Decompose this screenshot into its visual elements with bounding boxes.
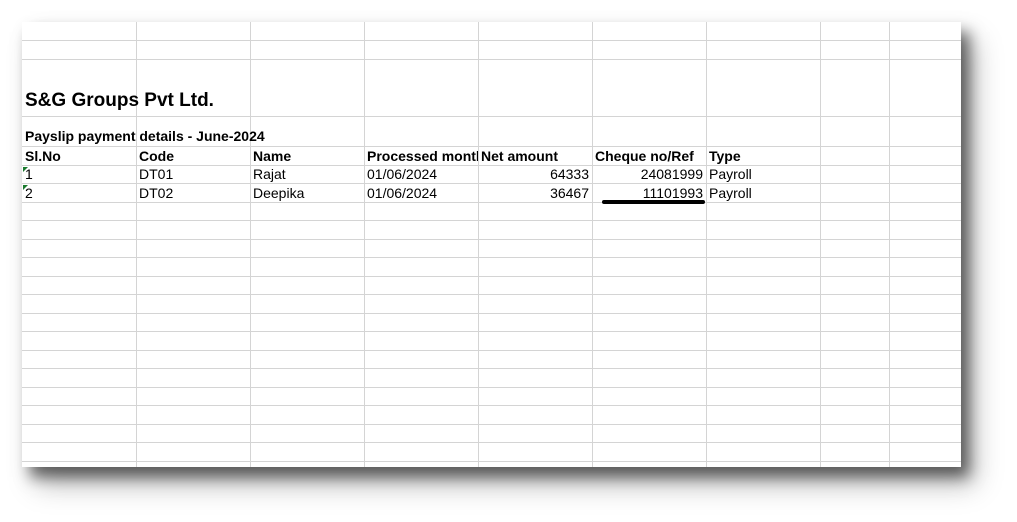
row-gridline [22, 313, 961, 314]
report-title-cell[interactable]: Payslip payment details - June-2024 [25, 127, 265, 145]
company-name-cell[interactable]: S&G Groups Pvt Ltd. [25, 88, 214, 114]
cell-processed-month[interactable]: 01/06/2024 [364, 165, 478, 183]
header-cell-cheque-no[interactable]: Cheque no/Ref [592, 147, 706, 165]
column-gridline [250, 22, 251, 467]
cell-sl-no[interactable]: 2 [22, 184, 136, 202]
row-gridline [22, 461, 961, 462]
cell-processed-month[interactable]: 01/06/2024 [364, 184, 478, 202]
column-gridline [364, 22, 365, 467]
cell-name[interactable]: Rajat [250, 165, 364, 183]
row-gridline [22, 350, 961, 351]
cell-code[interactable]: DT02 [136, 184, 250, 202]
cell-net-amount[interactable]: 64333 [478, 165, 592, 183]
cell-type[interactable]: Payroll [706, 184, 820, 202]
row-gridline [22, 442, 961, 443]
column-gridline [592, 22, 593, 467]
row-gridline [22, 331, 961, 332]
row-gridline [22, 40, 961, 41]
cell-net-amount[interactable]: 36467 [478, 184, 592, 202]
row-gridline [22, 424, 961, 425]
highlight-underline-mark [602, 200, 705, 204]
row-gridline [22, 239, 961, 240]
column-gridline [478, 22, 479, 467]
header-cell-type[interactable]: Type [706, 147, 820, 165]
column-gridline [820, 22, 821, 467]
spreadsheet-grid[interactable]: S&G Groups Pvt Ltd. Payslip payment deta… [22, 22, 961, 467]
cell-cheque-no[interactable]: 24081999 [592, 165, 706, 183]
header-cell-code[interactable]: Code [136, 147, 250, 165]
row-gridline [22, 387, 961, 388]
header-cell-net-amount[interactable]: Net amount [478, 147, 592, 165]
row-gridline [22, 116, 961, 117]
header-cell-processed-month[interactable]: Processed month [364, 147, 478, 165]
row-gridline [22, 257, 961, 258]
row-gridline [22, 368, 961, 369]
row-gridline [22, 276, 961, 277]
column-gridline [706, 22, 707, 467]
header-cell-name[interactable]: Name [250, 147, 364, 165]
row-gridline [22, 220, 961, 221]
row-gridline [22, 294, 961, 295]
cell-code[interactable]: DT01 [136, 165, 250, 183]
cell-name[interactable]: Deepika [250, 184, 364, 202]
row-gridline [22, 405, 961, 406]
row-gridline [22, 59, 961, 60]
cell-sl-no[interactable]: 1 [22, 165, 136, 183]
cell-type[interactable]: Payroll [706, 165, 820, 183]
column-gridline [889, 22, 890, 467]
header-cell-sl-no[interactable]: Sl.No [22, 147, 136, 165]
row-gridline [22, 202, 961, 203]
